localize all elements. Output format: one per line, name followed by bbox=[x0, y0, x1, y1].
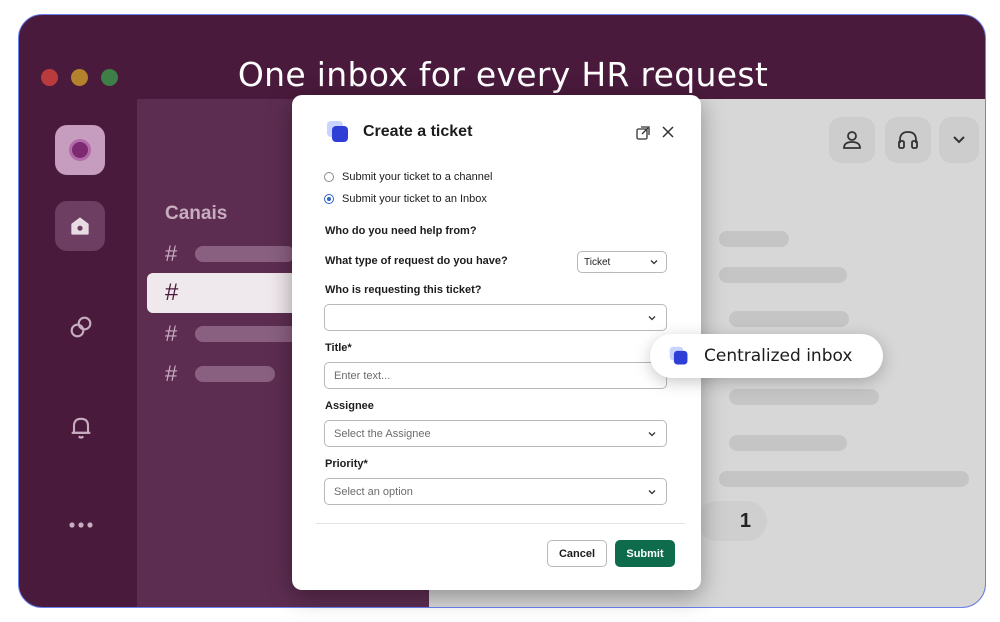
modal-divider bbox=[316, 523, 685, 524]
close-icon[interactable] bbox=[660, 124, 676, 140]
workspace-icon[interactable] bbox=[55, 125, 105, 175]
headphones-icon[interactable] bbox=[885, 117, 931, 163]
radio-inbox-label: Submit your ticket to an Inbox bbox=[342, 193, 487, 205]
channel-item[interactable]: # bbox=[165, 237, 296, 271]
hash-icon: # bbox=[165, 279, 179, 306]
hash-icon: # bbox=[165, 361, 178, 386]
title-field[interactable] bbox=[324, 362, 667, 389]
callout-text: Centralized inbox bbox=[704, 346, 853, 366]
title-input[interactable] bbox=[334, 369, 634, 382]
who-help-label: Who do you need help from? bbox=[325, 225, 477, 237]
expand-icon[interactable] bbox=[635, 125, 651, 141]
dms-icon[interactable] bbox=[61, 307, 101, 347]
centralized-inbox-callout: Centralized inbox bbox=[650, 334, 883, 378]
priority-label: Priority* bbox=[325, 458, 368, 470]
chevron-down-icon bbox=[648, 490, 656, 495]
modal-title: Create a ticket bbox=[363, 123, 473, 140]
ticket-app-logo-icon bbox=[327, 121, 348, 142]
more-icon[interactable] bbox=[61, 505, 101, 545]
radio-button[interactable] bbox=[324, 172, 334, 182]
reaction-badge[interactable]: 1 bbox=[697, 501, 767, 541]
chevron-down-icon bbox=[648, 432, 656, 437]
chevron-down-icon[interactable] bbox=[939, 117, 979, 163]
chevron-down-icon bbox=[648, 316, 656, 321]
ticket-app-logo-icon bbox=[669, 346, 688, 365]
bell-icon[interactable] bbox=[61, 407, 101, 447]
requester-select[interactable] bbox=[324, 304, 667, 331]
requester-label: Who is requesting this ticket? bbox=[325, 284, 482, 296]
cancel-button[interactable]: Cancel bbox=[547, 540, 607, 567]
reaction-count: 1 bbox=[739, 509, 751, 532]
request-type-label: What type of request do you have? bbox=[325, 255, 508, 267]
radio-submit-inbox[interactable]: Submit your ticket to an Inbox bbox=[324, 193, 487, 205]
create-ticket-modal: Create a ticket Submit your ticket to a … bbox=[292, 95, 701, 590]
hash-icon: # bbox=[165, 241, 178, 266]
submit-button[interactable]: Submit bbox=[615, 540, 675, 567]
channels-heading: Canais bbox=[165, 203, 228, 224]
chevron-down-icon bbox=[650, 260, 658, 265]
user-icon[interactable] bbox=[829, 117, 875, 163]
title-label: Title* bbox=[325, 342, 352, 354]
assignee-placeholder: Select the Assignee bbox=[334, 427, 431, 440]
assignee-label: Assignee bbox=[325, 400, 374, 412]
radio-button-selected[interactable] bbox=[324, 194, 334, 204]
channel-item[interactable]: # bbox=[165, 357, 276, 391]
radio-submit-channel[interactable]: Submit your ticket to a channel bbox=[324, 171, 492, 183]
request-type-select[interactable]: Ticket bbox=[577, 251, 667, 273]
priority-select[interactable]: Select an option bbox=[324, 478, 667, 505]
radio-channel-label: Submit your ticket to a channel bbox=[342, 171, 493, 183]
home-icon[interactable] bbox=[55, 201, 105, 251]
assignee-select[interactable]: Select the Assignee bbox=[324, 420, 667, 447]
request-type-value: Ticket bbox=[584, 256, 611, 268]
hash-icon: # bbox=[165, 321, 178, 346]
priority-placeholder: Select an option bbox=[334, 485, 413, 498]
headline: One inbox for every HR request bbox=[237, 55, 769, 94]
